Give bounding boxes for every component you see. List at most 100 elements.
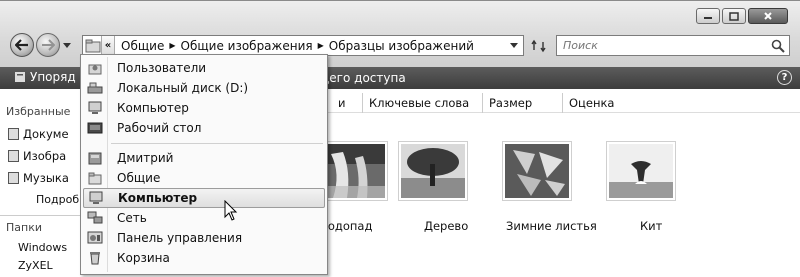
chevron-down-icon [63, 42, 71, 48]
close-button[interactable] [748, 8, 788, 24]
tree-item-zyxel[interactable]: ZyXEL [18, 259, 53, 272]
breadcrumb-item[interactable]: Образцы изображений [329, 39, 474, 53]
menu-item-users[interactable]: Пользователи [83, 58, 325, 78]
column-header-tags-partial[interactable]: и [324, 93, 362, 113]
thumbnail-whale[interactable] [606, 141, 676, 201]
thumbnail-caption: Дерево [424, 219, 469, 233]
favorite-label: Изобра [23, 149, 67, 163]
control-panel-icon [87, 230, 103, 246]
chevron-down-icon [510, 42, 518, 48]
menu-item-label: Корзина [117, 251, 170, 265]
documents-icon [8, 128, 19, 140]
recycle-bin-icon [87, 250, 103, 266]
menu-item-label: Сеть [117, 211, 147, 225]
address-chevron-button[interactable]: « [101, 36, 115, 55]
folder-icon [87, 170, 103, 186]
music-icon [8, 172, 19, 184]
breadcrumb-separator-icon[interactable]: ▶ [318, 41, 324, 50]
user-folder-icon [87, 150, 103, 166]
menu-item-local-disk-d[interactable]: Локальный диск (D:) [83, 78, 325, 98]
thumbnail-tree[interactable] [398, 141, 468, 201]
forward-arrow-icon [42, 39, 55, 51]
menu-item-label: Панель управления [117, 231, 243, 245]
thumbnail-waterfall[interactable] [318, 141, 388, 201]
organize-icon [15, 72, 25, 82]
menu-item-label: Компьютер [118, 191, 198, 205]
minimize-button[interactable] [696, 8, 720, 24]
column-header-size[interactable]: Размер [482, 93, 562, 113]
desktop-icon [87, 120, 103, 136]
folder-icon [85, 39, 101, 52]
menu-item-desktop[interactable]: Рабочий стол [83, 118, 325, 138]
address-dropdown-button[interactable] [507, 36, 521, 55]
pictures-icon [8, 150, 19, 162]
breadcrumb-item[interactable]: Общие изображения [181, 39, 313, 53]
waterfall-image [321, 144, 385, 198]
minimize-icon [704, 17, 712, 19]
back-button[interactable] [10, 33, 34, 57]
organize-label: Упоряд [30, 70, 76, 84]
breadcrumb-item[interactable]: Общие [121, 39, 164, 53]
more-link[interactable]: Подроб [36, 193, 79, 206]
menu-separator [111, 143, 323, 144]
refresh-button[interactable] [528, 36, 550, 56]
menu-item-label: Пользователи [117, 61, 207, 75]
menu-item-control-panel[interactable]: Панель управления [83, 228, 325, 248]
favorite-link-pictures[interactable]: Изобра [8, 149, 66, 163]
refresh-icon [531, 39, 546, 53]
menu-item-computer[interactable]: Компьютер [83, 98, 325, 118]
recent-pages-dropdown[interactable] [63, 39, 71, 52]
share-button[interactable]: щего доступа [318, 71, 406, 85]
search-icon[interactable] [771, 39, 785, 53]
computer-icon [88, 190, 104, 206]
maximize-icon [729, 11, 739, 21]
pane-divider [0, 215, 80, 216]
search-input[interactable] [563, 39, 763, 52]
column-header-rating[interactable]: Оценка [562, 93, 652, 113]
navigation-buttons [10, 33, 71, 57]
favorite-label: Музыка [23, 171, 69, 185]
user-folder-icon [87, 60, 103, 76]
menu-item-label: Общие [117, 171, 161, 185]
computer-icon [87, 100, 103, 116]
address-chevron-menu: Пользователи Локальный диск (D:) Компьют… [80, 54, 328, 275]
whale-image [609, 144, 673, 198]
menu-item-label: Дмитрий [117, 151, 174, 165]
organize-button[interactable]: Упоряд [14, 70, 76, 84]
close-icon [764, 12, 772, 20]
maximize-button[interactable] [722, 8, 746, 24]
drive-icon [87, 80, 103, 96]
menu-item-network[interactable]: Сеть [83, 208, 325, 228]
column-headers: и Ключевые слова Размер Оценка [324, 93, 800, 113]
network-icon [87, 210, 103, 226]
breadcrumb: Общие ▶ Общие изображения ▶ Образцы изоб… [121, 39, 474, 53]
navigation-pane: Избранные Докуме Изобра Музыка Подроб Па… [0, 89, 80, 277]
help-button[interactable]: ? [777, 70, 792, 85]
mouse-cursor-icon [224, 200, 238, 221]
favorites-header: Избранные [6, 105, 71, 118]
menu-item-label: Рабочий стол [117, 121, 202, 135]
menu-item-label: Компьютер [117, 101, 189, 115]
menu-item-label: Локальный диск (D:) [117, 81, 249, 95]
leaves-image [505, 144, 569, 198]
favorite-label: Докуме [23, 127, 69, 141]
thumbnail-caption: Зимние листья [506, 219, 597, 233]
back-arrow-icon [15, 39, 28, 51]
folders-header[interactable]: Папки [6, 221, 42, 234]
tree-image [401, 144, 465, 198]
thumbnail-caption: Кит [640, 219, 663, 233]
address-bar[interactable]: « Общие ▶ Общие изображения ▶ Образцы из… [82, 35, 524, 56]
favorite-link-documents[interactable]: Докуме [8, 127, 69, 141]
search-box[interactable] [556, 35, 790, 56]
menu-item-dmitry[interactable]: Дмитрий [83, 148, 325, 168]
window-controls [696, 8, 788, 24]
menu-item-computer-highlighted[interactable]: Компьютер [83, 188, 325, 208]
tree-item-windows[interactable]: Windows [18, 241, 67, 254]
thumbnail-winter-leaves[interactable] [502, 141, 572, 201]
column-header-keywords[interactable]: Ключевые слова [362, 93, 482, 113]
menu-item-recycle-bin[interactable]: Корзина [83, 248, 325, 268]
forward-button[interactable] [36, 33, 60, 57]
menu-item-public[interactable]: Общие [83, 168, 325, 188]
favorite-link-music[interactable]: Музыка [8, 171, 69, 185]
breadcrumb-separator-icon[interactable]: ▶ [169, 41, 175, 50]
